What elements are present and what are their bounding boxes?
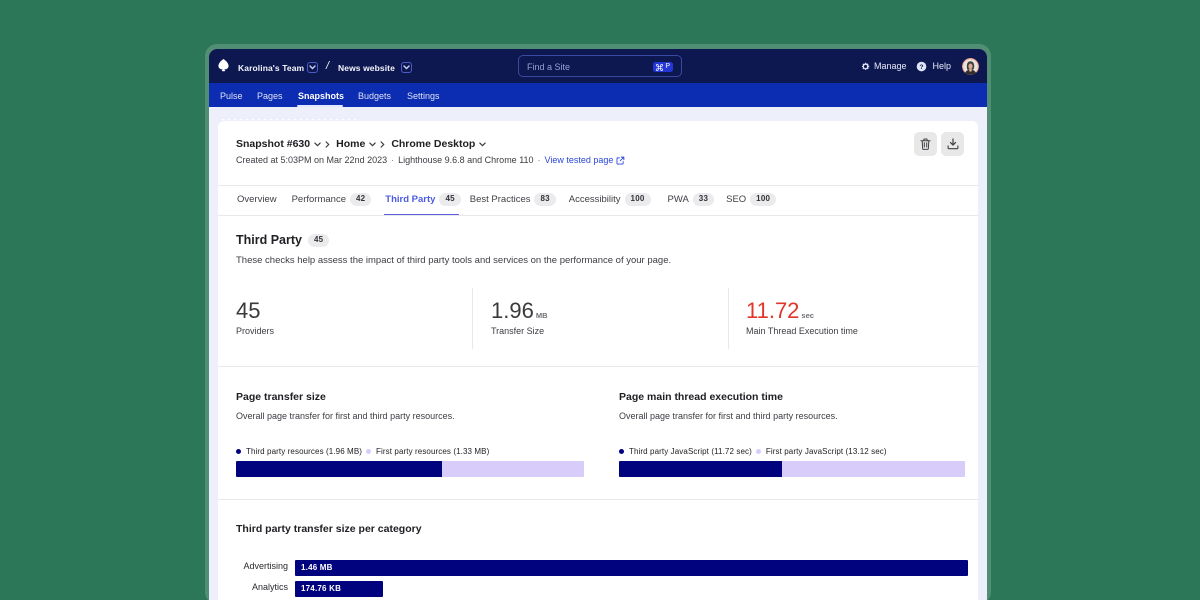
svg-text:?: ? [920,63,924,70]
